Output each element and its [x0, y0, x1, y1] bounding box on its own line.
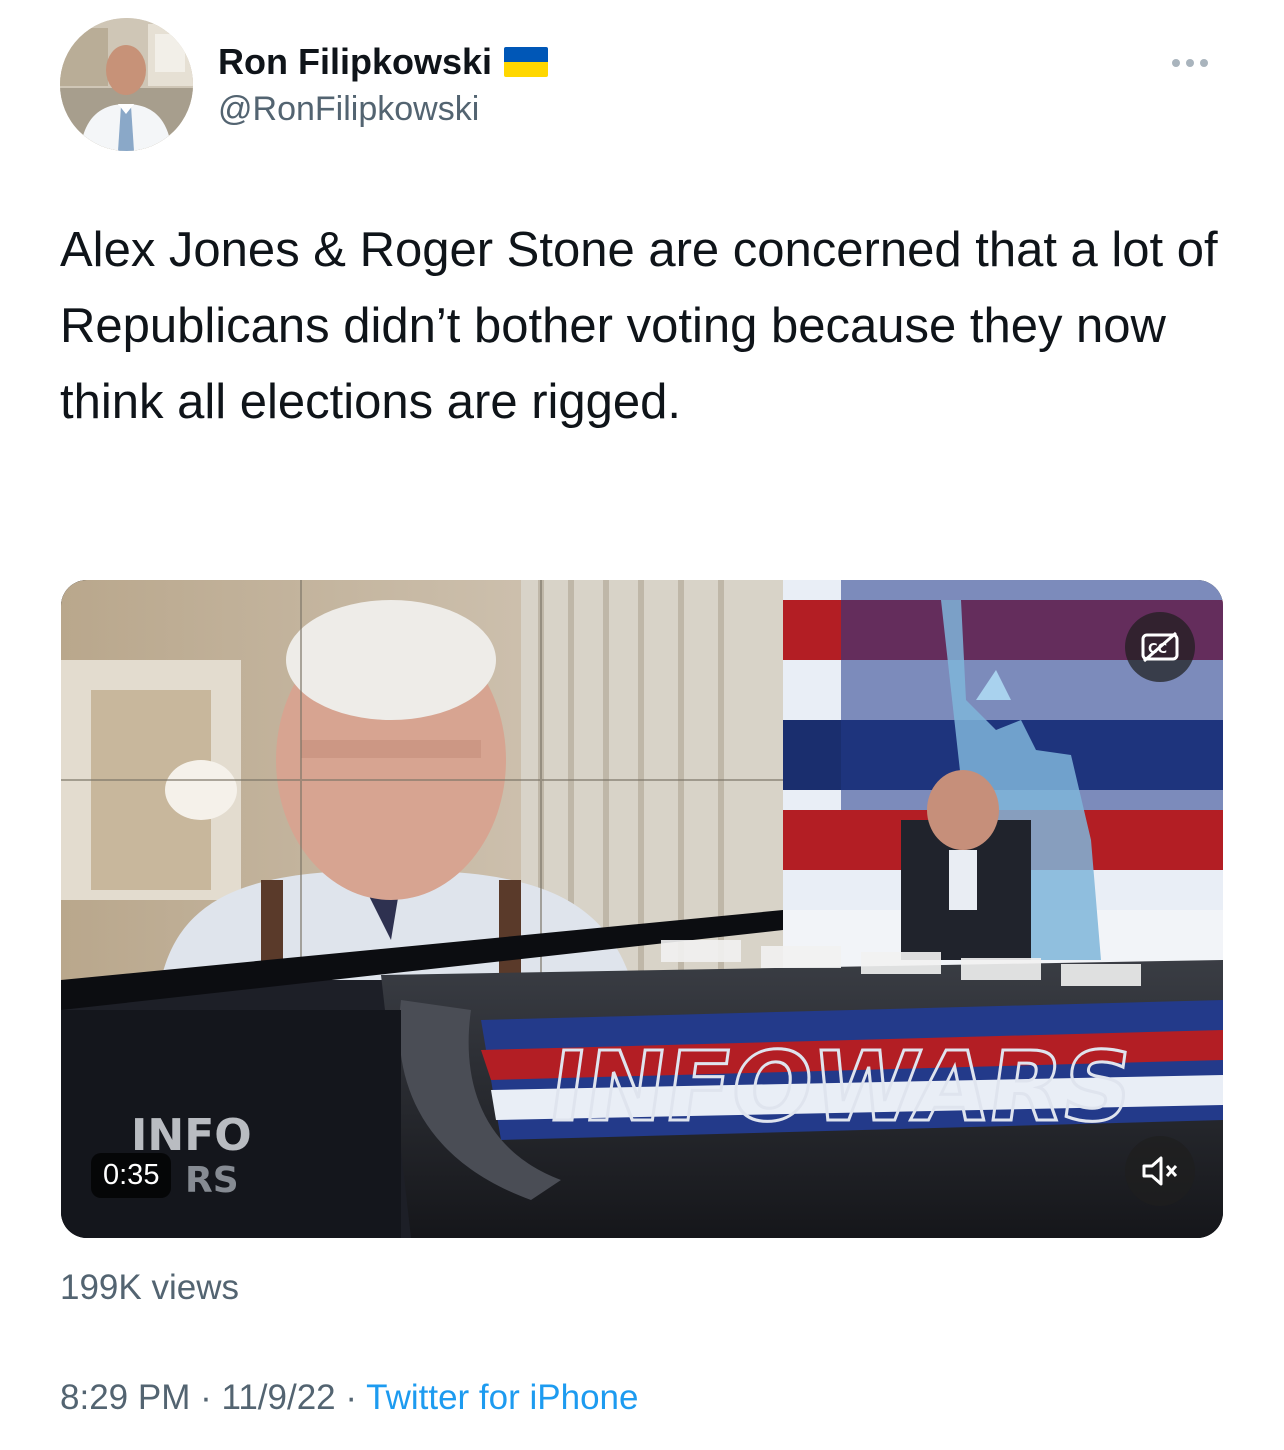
mute-toggle-button[interactable]	[1125, 1136, 1195, 1206]
avatar[interactable]	[60, 18, 193, 151]
dot-icon	[1200, 59, 1208, 67]
corner-logo-sub: RS	[185, 1160, 239, 1201]
more-options-button[interactable]	[1160, 48, 1220, 78]
tweet-text: Alex Jones & Roger Stone are concerned t…	[60, 223, 1232, 429]
tweet-time[interactable]: 8:29 PM	[60, 1378, 190, 1417]
tweet-source-link[interactable]: Twitter for iPhone	[366, 1378, 638, 1417]
tweet-meta: 8:29 PM · 11/9/22 · Twitter for iPhone	[60, 1378, 638, 1418]
dot-icon	[1186, 59, 1194, 67]
closed-captions-off-icon: CC	[1141, 631, 1179, 663]
speaker-muted-icon	[1142, 1156, 1178, 1186]
tweet-header: Ron Filipkowski @RonFilipkowski	[60, 18, 1230, 153]
meta-separator: ·	[190, 1378, 222, 1417]
closed-captions-button[interactable]: CC	[1125, 612, 1195, 682]
tweet-date[interactable]: 11/9/22	[221, 1378, 335, 1417]
display-name[interactable]: Ron Filipkowski	[218, 41, 492, 83]
avatar-image	[60, 18, 193, 151]
view-count: 199K views	[60, 1268, 239, 1307]
video-frame: INFOWARS INFO RS	[61, 580, 1223, 1238]
video-duration: 0:35	[91, 1153, 172, 1198]
ukraine-flag-icon	[504, 47, 549, 77]
meta-separator: ·	[335, 1378, 367, 1417]
author-names: Ron Filipkowski @RonFilipkowski	[218, 40, 549, 129]
display-name-row: Ron Filipkowski	[218, 40, 549, 84]
dot-icon	[1172, 59, 1180, 67]
user-handle[interactable]: @RonFilipkowski	[218, 90, 548, 129]
video-player[interactable]: INFOWARS INFO RS 0:35 CC	[61, 580, 1223, 1238]
infowars-desk-logo: INFOWARS	[542, 1030, 1140, 1142]
